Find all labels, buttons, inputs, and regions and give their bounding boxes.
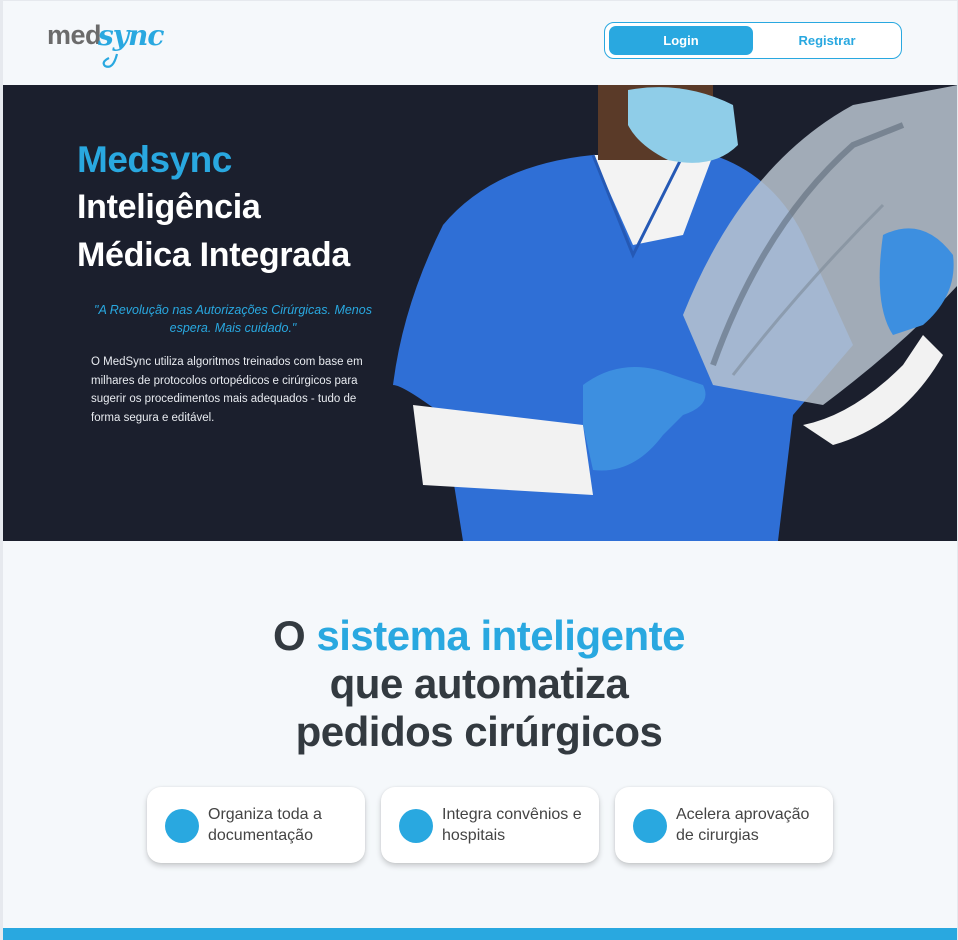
logo-swoosh-icon [102, 53, 119, 68]
feature-bullet-icon [399, 809, 433, 843]
feature-bullet-icon [633, 809, 667, 843]
hero-title-line1: Inteligência [77, 188, 261, 226]
hero-section: Medsync Inteligência Médica Integrada "A… [3, 85, 958, 541]
headline-line3: pedidos cirúrgicos [295, 708, 663, 755]
hero-brand: Medsync [77, 139, 232, 180]
medsync-logo[interactable]: med sync [47, 14, 167, 70]
feature-card-approval: Acelera aprovação de cirurgias [615, 787, 833, 863]
feature-label: Acelera aprovação de cirurgias [676, 806, 810, 844]
auth-toggle: Login Registrar [604, 22, 902, 59]
site-header: med sync Login Registrar [0, 0, 958, 85]
headline-line1: O sistema inteligente [0, 612, 958, 660]
register-button[interactable]: Registrar [757, 26, 897, 55]
feature-label: Integra convênios e hospitais [442, 806, 582, 844]
hero-text-block: Medsync Inteligência Médica Integrada "A… [77, 137, 417, 427]
hero-description: O MedSync utiliza algoritmos treinados c… [91, 356, 363, 424]
hero-title-line2: Médica Integrada [77, 236, 350, 274]
headline-accent: sistema inteligente [316, 612, 685, 659]
section-headline: O sistema inteligente que automatiza ped… [0, 612, 958, 756]
login-button[interactable]: Login [609, 26, 753, 55]
feature-bullet-icon [165, 809, 199, 843]
headline-line2: que automatiza [329, 660, 629, 707]
feature-card-integration: Integra convênios e hospitais [381, 787, 599, 863]
feature-label: Organiza toda a documentação [208, 806, 322, 844]
feature-card-documentation: Organiza toda a documentação [147, 787, 365, 863]
headline-pre: O [273, 612, 317, 659]
doctor-xray-image [383, 85, 958, 541]
hero-quote: "A Revolução nas Autorizações Cirúrgicas… [94, 303, 372, 335]
footer-accent-bar [3, 928, 958, 940]
